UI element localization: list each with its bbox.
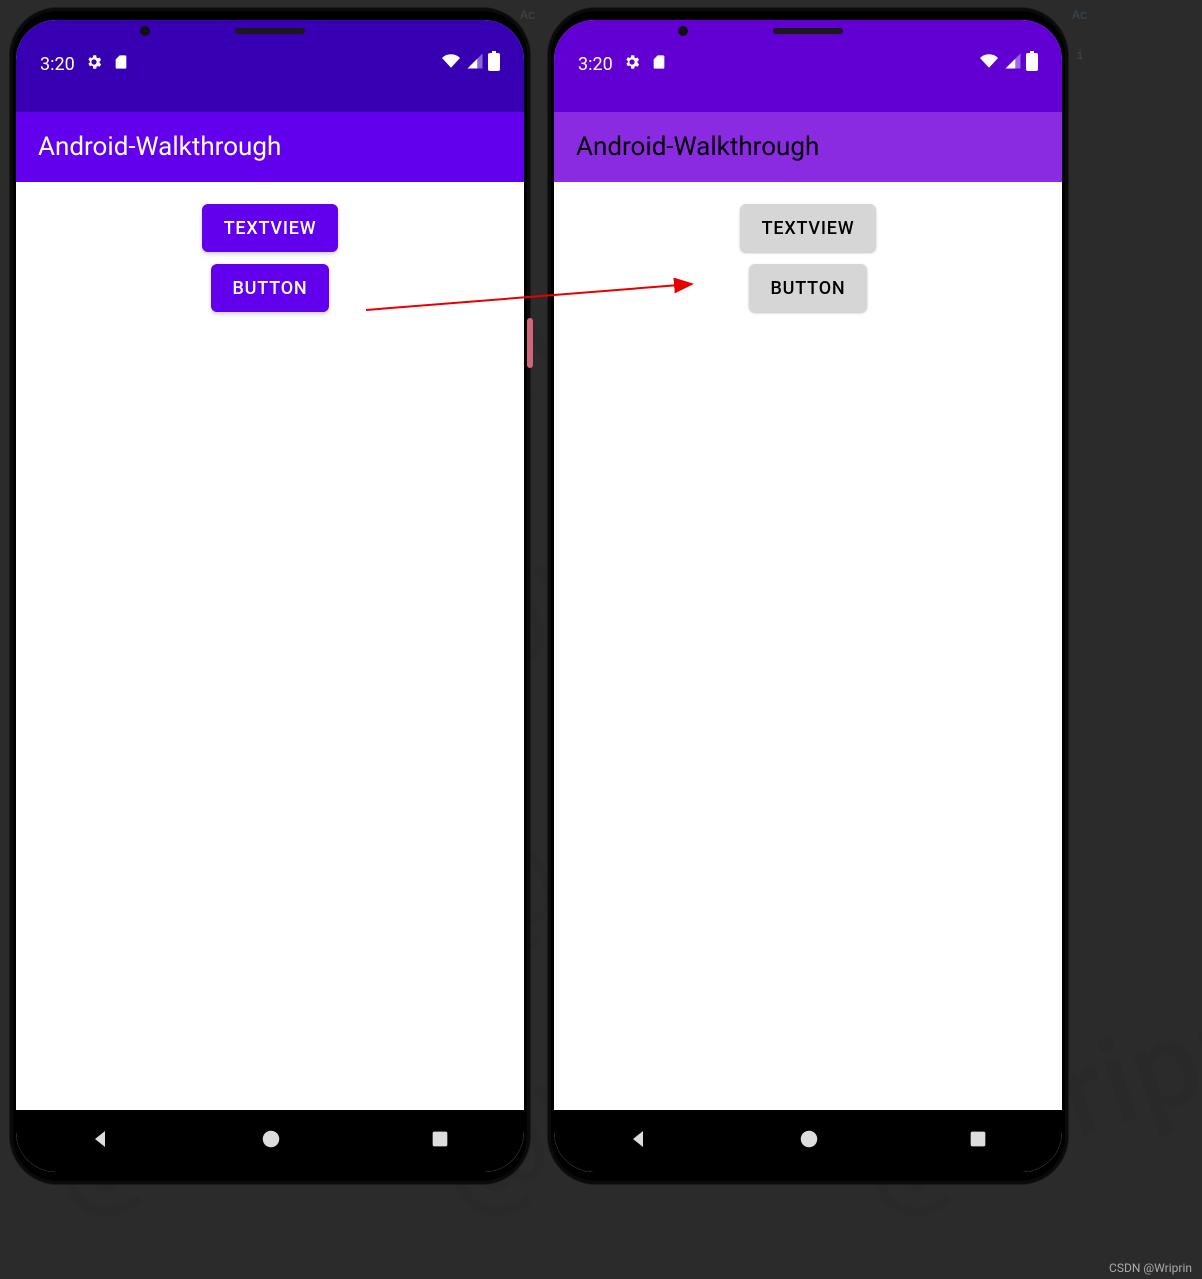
power-button-accent: [527, 318, 533, 368]
nav-recent-icon[interactable]: [429, 1128, 451, 1154]
textview-button-label: TEXTVIEW: [762, 218, 855, 239]
action-bar: Android-Walkthrough: [16, 112, 524, 182]
phone-screen-left: 3:20 Android-: [16, 20, 524, 1172]
phone-frame-left: 3:20 Android-: [10, 8, 530, 1184]
textview-button-label: TEXTVIEW: [224, 218, 317, 239]
textview-button[interactable]: TEXTVIEW: [740, 204, 877, 252]
settings-icon: [85, 53, 103, 76]
nav-back-icon[interactable]: [627, 1127, 651, 1155]
phone-speaker: [235, 28, 305, 34]
bg-code-snip: Ac: [1072, 8, 1088, 23]
phone-frame-right: 3:20 Android-: [548, 8, 1068, 1184]
status-bar-spacer: [16, 82, 524, 112]
content-area: TEXTVIEW BUTTON: [16, 182, 524, 1110]
nav-home-icon[interactable]: [798, 1128, 820, 1154]
battery-icon: [1026, 51, 1038, 76]
button-button-label: BUTTON: [233, 278, 308, 299]
credit-text: CSDN @Wriprin: [1109, 1261, 1192, 1275]
phone-camera: [140, 26, 150, 36]
nav-recent-icon[interactable]: [967, 1128, 989, 1154]
button-button-label: BUTTON: [771, 278, 846, 299]
wifi-icon: [440, 52, 462, 75]
navigation-bar: [554, 1110, 1062, 1172]
phone-camera: [678, 26, 688, 36]
status-time: 3:20: [40, 54, 75, 75]
bg-code-snip: i: [1076, 48, 1084, 63]
nav-back-icon[interactable]: [89, 1127, 113, 1155]
wifi-icon: [978, 52, 1000, 75]
signal-icon: [466, 52, 484, 75]
phone-speaker: [773, 28, 843, 34]
textview-button[interactable]: TEXTVIEW: [202, 204, 339, 252]
status-bar-spacer: [554, 82, 1062, 112]
phone-screen-right: 3:20 Android-: [554, 20, 1062, 1172]
button-button[interactable]: BUTTON: [749, 264, 868, 312]
app-title: Android-Walkthrough: [38, 132, 281, 162]
nav-home-icon[interactable]: [260, 1128, 282, 1154]
signal-icon: [1004, 52, 1022, 75]
status-time: 3:20: [578, 54, 613, 75]
sd-card-icon: [113, 53, 129, 76]
button-button[interactable]: BUTTON: [211, 264, 330, 312]
content-area: TEXTVIEW BUTTON: [554, 182, 1062, 1110]
settings-icon: [623, 53, 641, 76]
app-title: Android-Walkthrough: [576, 132, 819, 162]
navigation-bar: [16, 1110, 524, 1172]
action-bar: Android-Walkthrough: [554, 112, 1062, 182]
battery-icon: [488, 51, 500, 76]
sd-card-icon: [651, 53, 667, 76]
